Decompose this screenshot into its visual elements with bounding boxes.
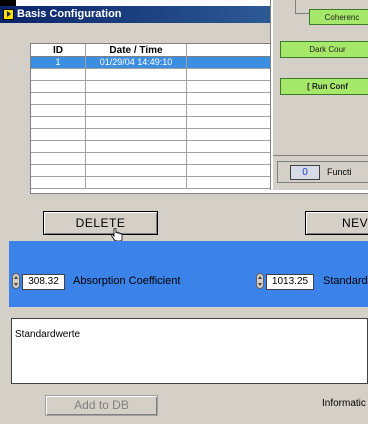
- empty-cell: [86, 93, 187, 105]
- empty-cell: [86, 129, 187, 141]
- add-to-db-label: Add to DB: [74, 398, 129, 412]
- absorption-spinner[interactable]: [12, 273, 20, 289]
- empty-cell: [31, 153, 86, 165]
- column-header-id[interactable]: ID: [31, 44, 86, 57]
- add-to-db-button[interactable]: Add to DB: [45, 395, 158, 416]
- column-header-datetime[interactable]: Date / Time: [86, 44, 187, 57]
- new-button[interactable]: NEV: [305, 211, 368, 235]
- empty-cell: [86, 177, 187, 189]
- hand-cursor-icon: [110, 228, 123, 242]
- new-button-label: NEV: [342, 216, 368, 230]
- empty-cell: [31, 177, 86, 189]
- cell-id: 1: [31, 57, 86, 69]
- window-title: Basis Configuration: [17, 8, 122, 20]
- delete-button[interactable]: DELETE: [43, 211, 158, 235]
- standard-label: Standard: [323, 275, 368, 287]
- empty-cell: [86, 165, 187, 177]
- function-label: Functi: [327, 167, 352, 177]
- empty-cell: [86, 141, 187, 153]
- empty-cell: [31, 105, 86, 117]
- function-number[interactable]: 0: [290, 165, 320, 180]
- empty-cell: [86, 153, 187, 165]
- dark-count-button[interactable]: Dark Cour: [280, 41, 368, 58]
- coherence-button[interactable]: Coherenc: [309, 9, 368, 25]
- empty-cell: [86, 105, 187, 117]
- empty-cell: [31, 81, 86, 93]
- empty-cell: [31, 117, 86, 129]
- control-panel-window: Coherenc Dark Cour [ Run Conf 0 Functi: [271, 0, 368, 190]
- empty-cell: [31, 69, 86, 81]
- standard-spinner[interactable]: [256, 273, 264, 289]
- description-text: Standardwerte: [15, 329, 81, 340]
- information-label: Informatic: [322, 398, 366, 409]
- absorption-coefficient-input[interactable]: 308.32: [22, 274, 65, 290]
- cell-datetime: 01/29/04 14:49:10: [86, 57, 187, 69]
- empty-cell: [31, 141, 86, 153]
- absorption-coefficient-label: Absorption Coefficient: [73, 275, 181, 287]
- empty-cell: [86, 81, 187, 93]
- empty-cell: [31, 129, 86, 141]
- standard-pressure-input[interactable]: 1013.25: [266, 274, 314, 290]
- window-left-frame: [0, 23, 9, 424]
- empty-cell: [86, 69, 187, 81]
- empty-cell: [31, 165, 86, 177]
- panel-divider: [273, 155, 368, 156]
- empty-cell: [86, 117, 187, 129]
- run-configuration-button[interactable]: [ Run Conf: [280, 78, 368, 95]
- app-icon: [3, 9, 14, 20]
- empty-cell: [31, 93, 86, 105]
- description-textarea[interactable]: Standardwerte: [11, 318, 368, 384]
